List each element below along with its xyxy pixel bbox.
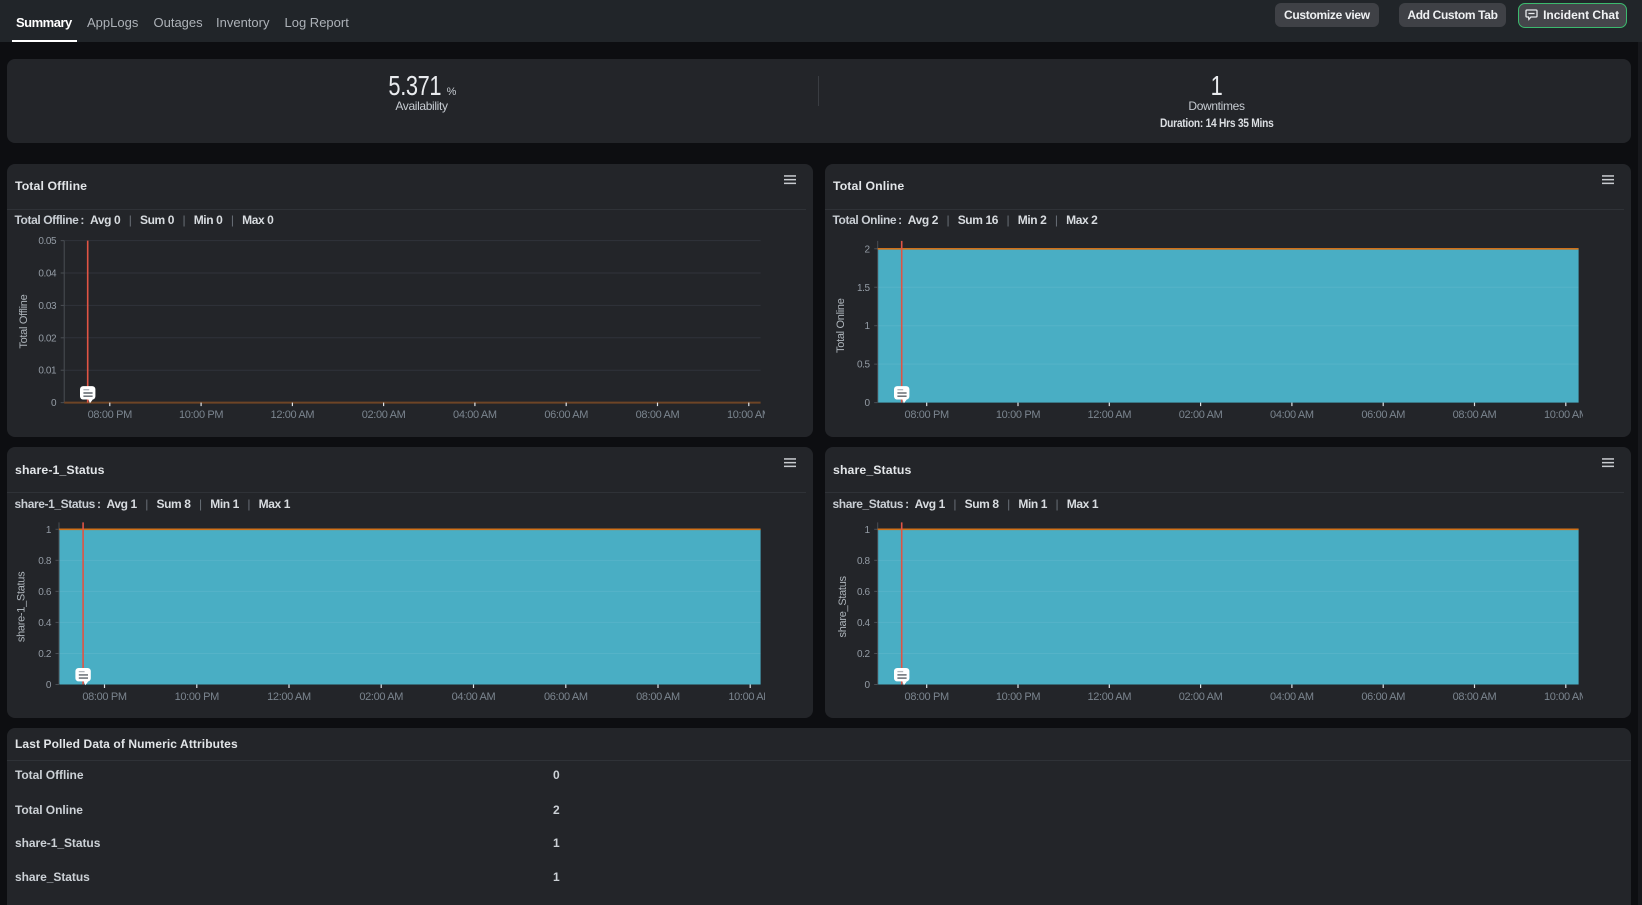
svg-text:10:00 PM: 10:00 PM: [175, 691, 219, 703]
svg-text:04:00 AM: 04:00 AM: [1270, 408, 1314, 420]
svg-text:0.8: 0.8: [38, 556, 52, 567]
svg-text:1: 1: [46, 525, 52, 536]
svg-text:1: 1: [865, 525, 871, 536]
svg-text:04:00 AM: 04:00 AM: [453, 408, 497, 420]
svg-text:10:00 AM: 10:00 AM: [1544, 691, 1583, 703]
svg-text:0.4: 0.4: [857, 618, 871, 629]
svg-text:10:00 AM: 10:00 AM: [1544, 408, 1583, 420]
svg-text:04:00 AM: 04:00 AM: [452, 691, 496, 703]
svg-text:0.02: 0.02: [38, 333, 57, 344]
svg-text:06:00 AM: 06:00 AM: [544, 691, 588, 703]
svg-text:0.05: 0.05: [38, 236, 57, 247]
svg-text:0.8: 0.8: [857, 556, 871, 567]
svg-text:02:00 AM: 02:00 AM: [362, 408, 406, 420]
svg-text:04:00 AM: 04:00 AM: [1270, 691, 1314, 703]
svg-text:10:00 PM: 10:00 PM: [996, 691, 1040, 703]
svg-text:10:00 AM: 10:00 AM: [727, 408, 765, 420]
svg-text:08:00 AM: 08:00 AM: [1453, 408, 1497, 420]
svg-text:06:00 AM: 06:00 AM: [1361, 408, 1405, 420]
svg-text:0: 0: [51, 398, 57, 409]
svg-text:0.5: 0.5: [857, 359, 871, 370]
svg-text:0.04: 0.04: [38, 268, 57, 279]
svg-text:0.6: 0.6: [857, 587, 871, 598]
svg-text:08:00 PM: 08:00 PM: [82, 691, 126, 703]
svg-text:10:00 AM: 10:00 AM: [728, 691, 765, 703]
svg-text:08:00 PM: 08:00 PM: [88, 408, 132, 420]
svg-text:08:00 PM: 08:00 PM: [905, 691, 949, 703]
svg-text:0.03: 0.03: [38, 300, 57, 311]
svg-text:10:00 PM: 10:00 PM: [996, 408, 1040, 420]
svg-text:2: 2: [865, 244, 871, 255]
svg-text:06:00 AM: 06:00 AM: [544, 408, 588, 420]
svg-text:1: 1: [865, 321, 871, 332]
svg-text:share-1_Status: share-1_Status: [16, 571, 28, 642]
svg-text:06:00 AM: 06:00 AM: [1361, 691, 1405, 703]
svg-text:02:00 AM: 02:00 AM: [1179, 691, 1223, 703]
svg-text:08:00 PM: 08:00 PM: [905, 408, 949, 420]
svg-text:08:00 AM: 08:00 AM: [636, 408, 680, 420]
svg-text:share_Status: share_Status: [837, 575, 849, 637]
svg-text:02:00 AM: 02:00 AM: [1179, 408, 1223, 420]
svg-text:08:00 AM: 08:00 AM: [636, 691, 680, 703]
svg-text:0.2: 0.2: [857, 649, 871, 660]
svg-text:0.01: 0.01: [38, 365, 57, 376]
svg-text:0.6: 0.6: [38, 587, 52, 598]
svg-text:08:00 AM: 08:00 AM: [1453, 691, 1497, 703]
svg-text:0: 0: [865, 680, 871, 691]
svg-text:0.2: 0.2: [38, 649, 52, 660]
svg-text:0: 0: [46, 680, 52, 691]
svg-text:0.4: 0.4: [38, 618, 52, 629]
svg-text:Total Offline: Total Offline: [18, 294, 30, 348]
svg-text:Total Online: Total Online: [835, 298, 847, 353]
svg-text:1.5: 1.5: [857, 282, 871, 293]
svg-text:12:00 AM: 12:00 AM: [1087, 691, 1131, 703]
svg-text:12:00 AM: 12:00 AM: [271, 408, 315, 420]
svg-text:10:00 PM: 10:00 PM: [179, 408, 223, 420]
svg-text:0: 0: [865, 398, 871, 409]
svg-text:12:00 AM: 12:00 AM: [267, 691, 311, 703]
svg-text:02:00 AM: 02:00 AM: [359, 691, 403, 703]
svg-text:12:00 AM: 12:00 AM: [1087, 408, 1131, 420]
